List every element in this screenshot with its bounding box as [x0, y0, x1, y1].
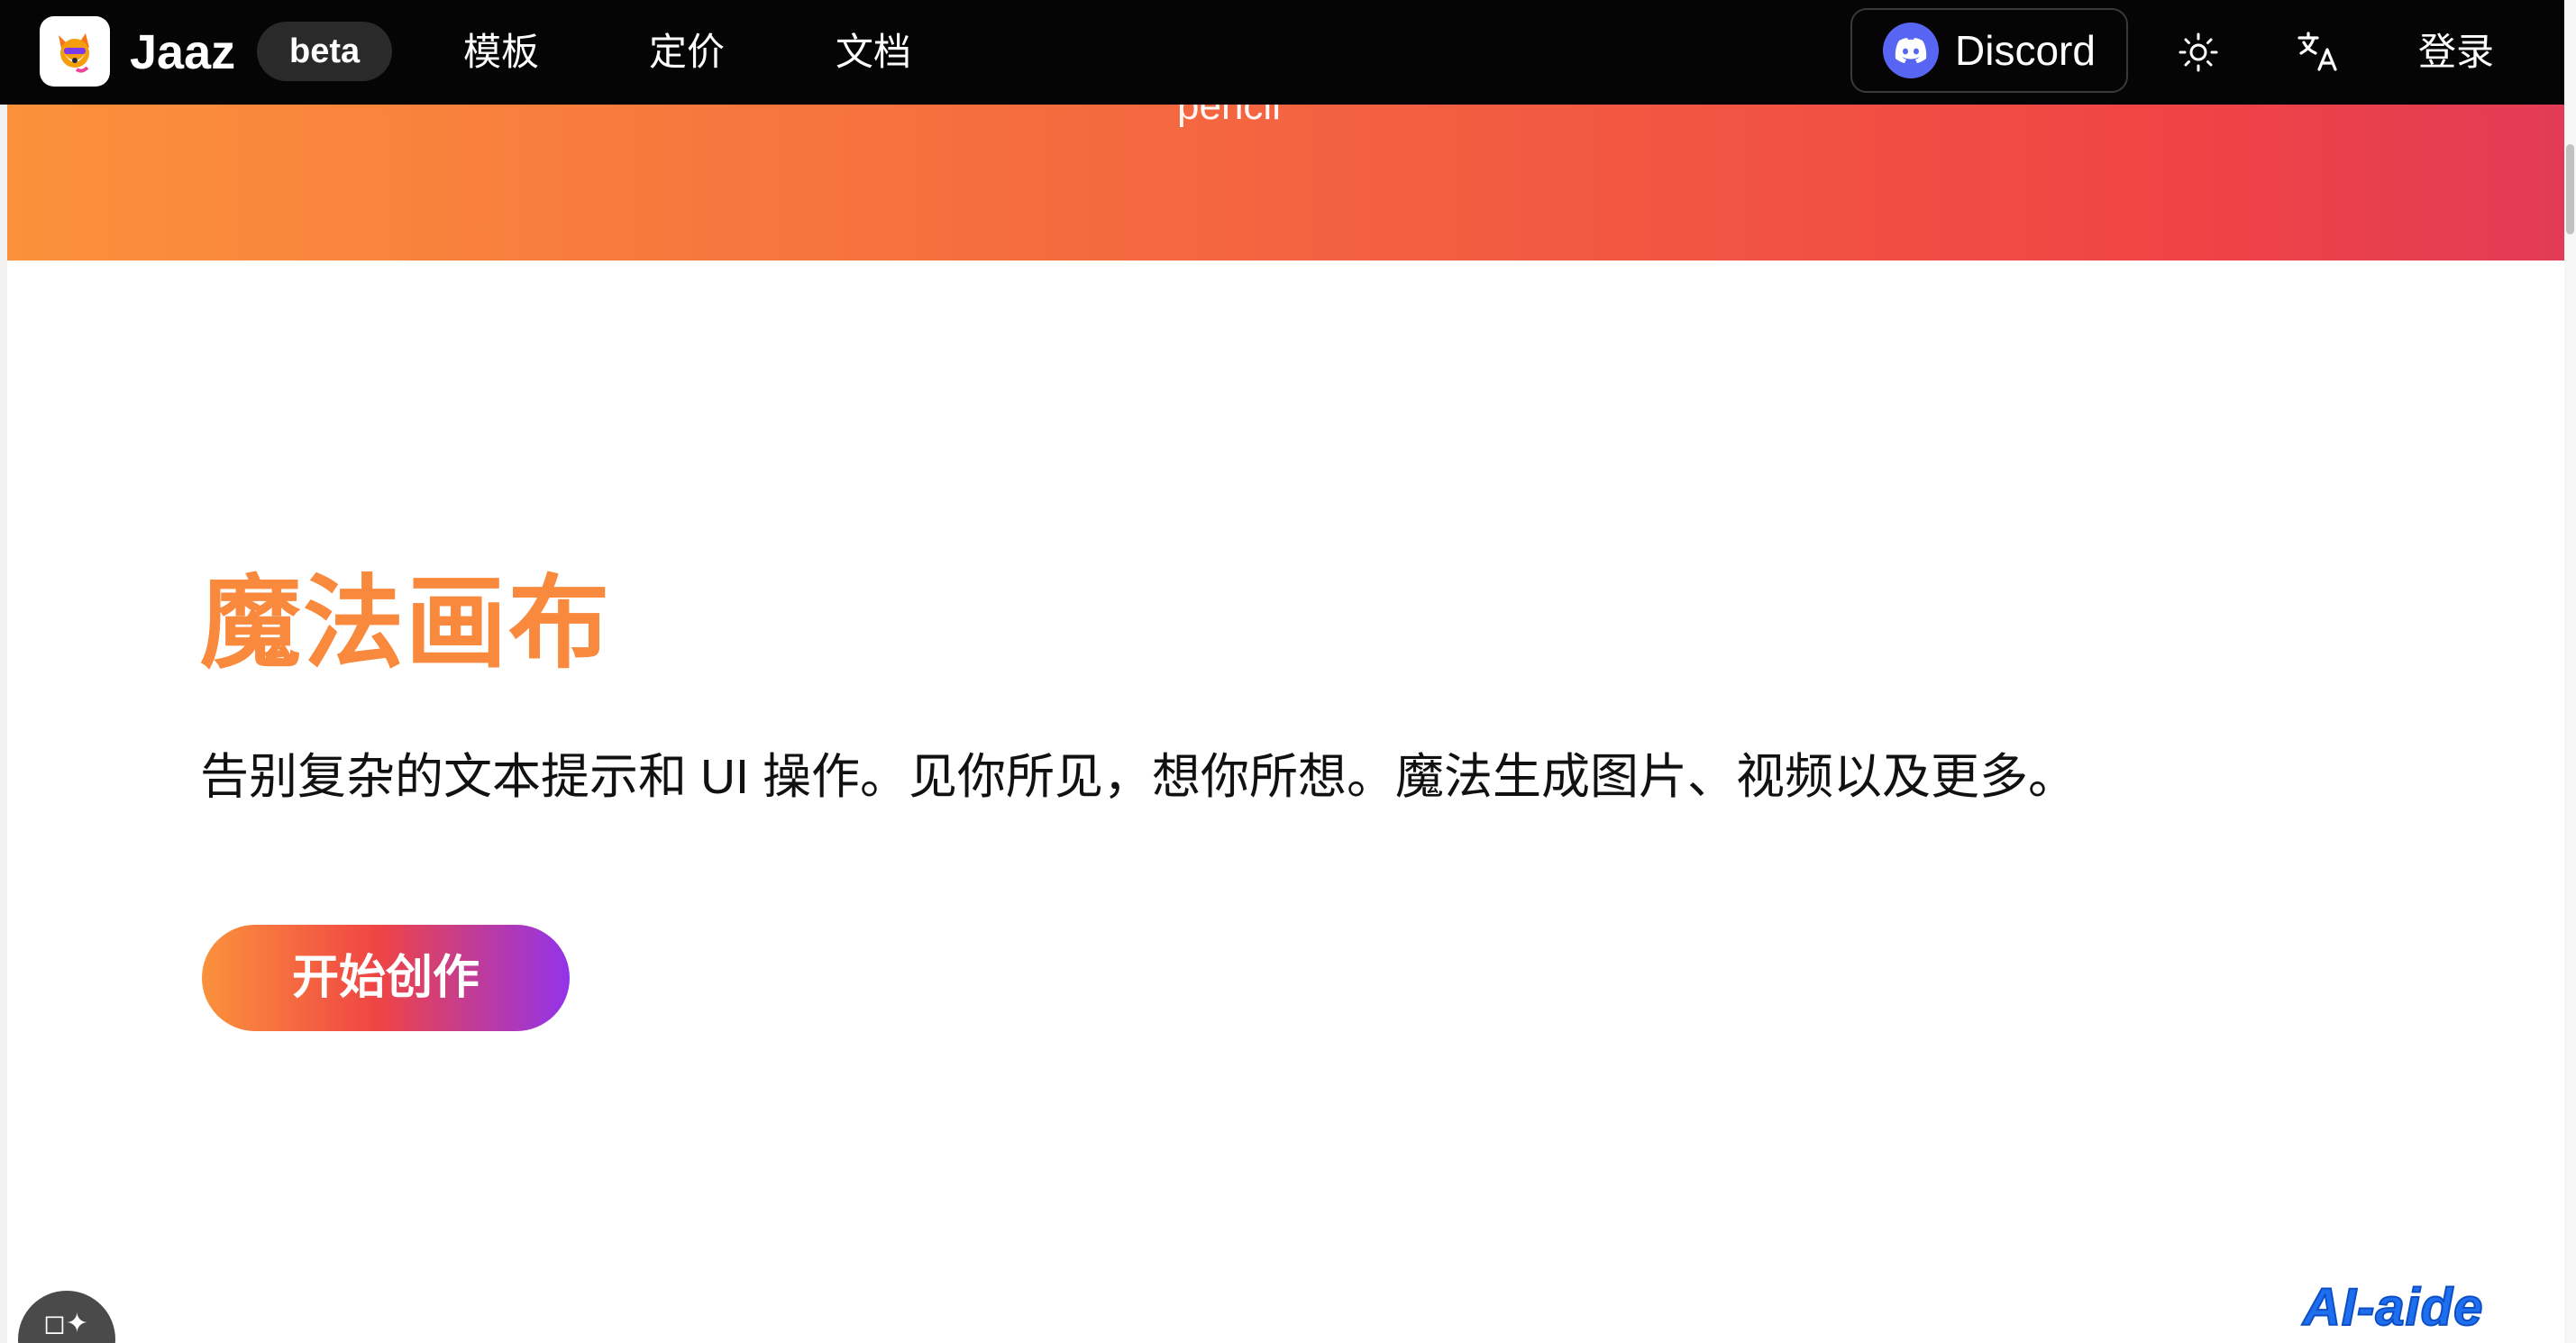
language-button[interactable] — [2293, 27, 2343, 78]
nav-link-templates[interactable]: 模板 — [463, 25, 539, 79]
sun-icon — [2179, 32, 2218, 72]
brand-name[interactable]: Jaaz — [130, 22, 235, 83]
login-button[interactable]: 登录 — [2418, 25, 2494, 79]
theme-toggle-button[interactable] — [2173, 27, 2224, 78]
nav-link-pricing[interactable]: 定价 — [649, 25, 725, 79]
hero-title: 魔法画布 — [200, 561, 611, 687]
start-creating-button[interactable]: 开始创作 — [202, 925, 570, 1031]
page: Jaaz beta 模板 定价 文档 Discord 登录 pencil 魔法画… — [0, 0, 2576, 1343]
jaaz-logo[interactable] — [40, 16, 110, 87]
hero-subtitle: 告别复杂的文本提示和 UI 操作。见你所见，想你所想。魔法生成图片、视频以及更多… — [200, 750, 2078, 804]
page-scrollbar[interactable] — [2564, 0, 2576, 1343]
gradient-banner: pencil — [7, 105, 2564, 260]
beta-badge: beta — [257, 22, 393, 81]
corgi-logo-icon — [59, 33, 89, 73]
discord-icon — [1883, 23, 1939, 78]
ai-aide-watermark: AI-aide — [2302, 1277, 2484, 1338]
top-nav: Jaaz beta 模板 定价 文档 Discord 登录 — [0, 0, 2564, 105]
left-edge-strip — [0, 105, 7, 1343]
sparkle-icon: ◻✦ — [43, 1309, 89, 1338]
translate-icon — [2297, 32, 2337, 71]
discord-button[interactable]: Discord — [1850, 8, 2128, 93]
floating-action-button[interactable]: ◻✦ — [18, 1291, 115, 1343]
discord-label: Discord — [1955, 27, 2096, 74]
nav-link-docs[interactable]: 文档 — [836, 25, 911, 79]
scrollbar-thumb[interactable] — [2566, 144, 2574, 234]
banner-partial-text: pencil — [1177, 105, 1281, 128]
